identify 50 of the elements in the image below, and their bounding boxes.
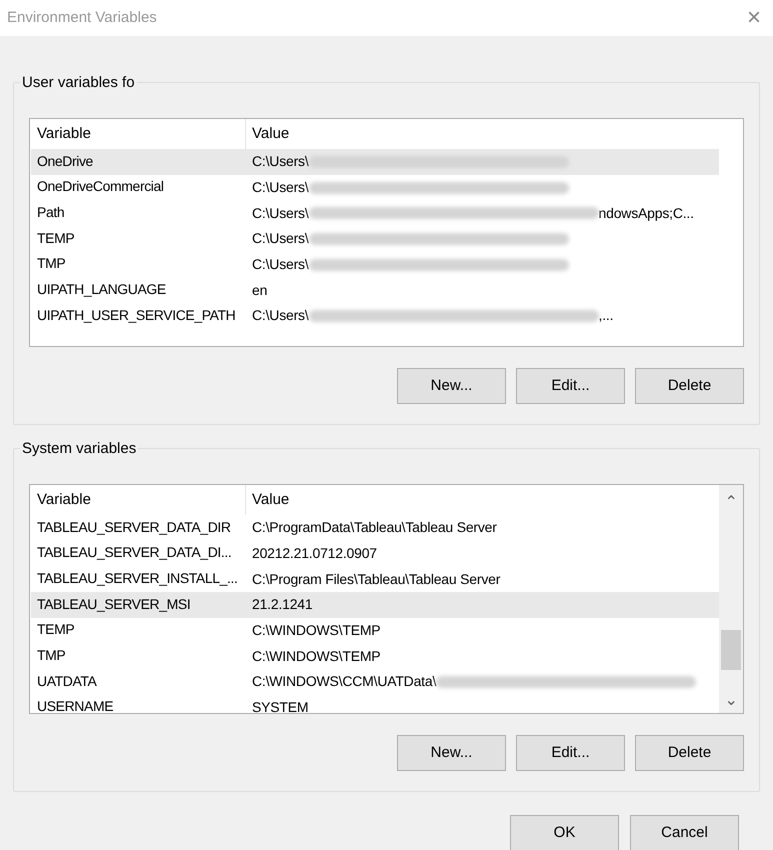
table-cell-text: C:\ProgramData\Tableau\Tableau Server [252,518,497,538]
table-cell-text: C:\Users\ [252,306,309,326]
table-cell-text: C:\WINDOWS\TEMP [252,646,380,666]
table-cell: TEMP [37,228,74,247]
table-cell-text: C:\Users\ [252,255,309,274]
table-cell-text: ndowsApps;C... [598,204,694,223]
table-cell-text: ,... [598,306,614,326]
scroll-up-button[interactable]: ⌃ [724,485,738,513]
table-row[interactable]: OneDrive C:\Users\ [31,149,719,175]
column-header[interactable]: Value [246,119,719,149]
table-cell: TABLEAU_SERVER_DATA_DI... [37,543,232,562]
table-cell-text: 20212.21.0712.0907 [252,544,377,564]
dialog-button[interactable]: Cancel [630,815,739,850]
table-cell: TMP [37,254,66,272]
table-cell-text: C:\Users\ [252,229,309,248]
table-cell: UIPATH_LANGUAGE [37,280,166,298]
scrollbar[interactable]: ⌃ ⌄ [719,485,743,713]
table-cell-text: C:\Users\ [252,178,309,198]
close-button[interactable]: × [746,6,761,30]
scroll-thumb[interactable] [721,630,741,670]
table-cell: TEMP [37,620,74,638]
table-row[interactable]: TABLEAU_SERVER_MSI 21.2.1241 [31,592,719,618]
column-header[interactable]: Value [246,485,719,515]
dialog-button[interactable]: OK [510,815,619,850]
table-cell-text: C:\Program Files\Tableau\Tableau Server [252,570,500,589]
table-cell-text: C:\Users\ [252,204,309,223]
table-cell: TABLEAU_SERVER_MSI [37,594,190,613]
window-title: Environment Variables [7,8,157,28]
table-cell-text: C:\Users\ [252,152,309,172]
table-cell: UIPATH_USER_SERVICE_PATH [37,306,236,324]
table-cell: OneDriveCommercial [37,177,164,196]
table-cell-text: 21.2.1241 [252,595,312,614]
table-cell: OneDrive [37,152,93,170]
scroll-down-button[interactable]: ⌄ [724,689,738,713]
dialog-button[interactable]: Delete [635,368,744,404]
table-cell-text: C:\WINDOWS\TEMP [252,621,380,640]
dialog-button[interactable]: Edit... [516,368,625,404]
table-cell: TABLEAU_SERVER_INSTALL_... [37,568,238,587]
dialog-button[interactable]: Edit... [516,735,625,771]
dialog-button[interactable]: New... [397,368,506,404]
table-cell: USERNAME [37,697,114,713]
table-cell-text: C:\WINDOWS\CCM\UATData\ [252,672,436,692]
table-cell: UATDATA [37,672,96,690]
table-cell: TABLEAU_SERVER_DATA_DIR [37,518,231,536]
table-cell: TMP [37,646,66,664]
dialog-button[interactable]: Delete [635,735,744,771]
table-cell-text: en [252,280,268,300]
dialog-button[interactable]: New... [397,735,506,771]
table-cell-text: SYSTEM [252,698,308,713]
table-cell: Path [37,202,64,221]
